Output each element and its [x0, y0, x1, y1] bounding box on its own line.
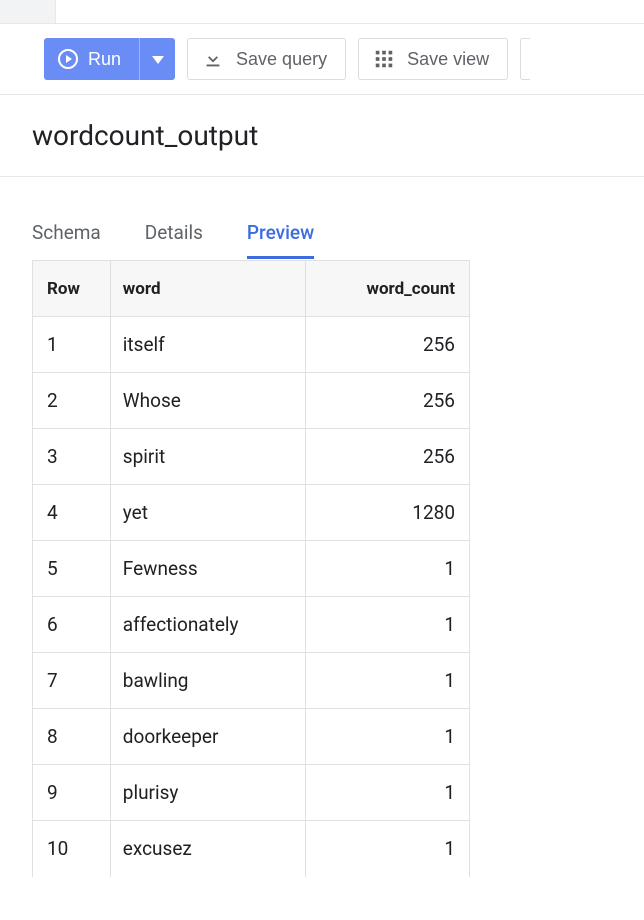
table-row: 2Whose256	[33, 373, 470, 429]
cell-row-index: 2	[33, 373, 111, 429]
table-row: 3spirit256	[33, 429, 470, 485]
cell-word: excusez	[110, 821, 306, 877]
cell-row-index: 10	[33, 821, 111, 877]
header-word: word	[110, 261, 306, 317]
cell-word-count: 256	[306, 373, 470, 429]
run-button[interactable]: Run	[44, 38, 139, 80]
save-query-label: Save query	[236, 49, 327, 70]
save-view-label: Save view	[407, 49, 489, 70]
cell-row-index: 6	[33, 597, 111, 653]
cell-row-index: 3	[33, 429, 111, 485]
toolbar-overflow-stub[interactable]	[520, 38, 530, 80]
toolbar: Run Save query Save view	[0, 24, 644, 95]
table-grid-icon	[373, 48, 395, 70]
cell-row-index: 9	[33, 765, 111, 821]
cell-row-index: 7	[33, 653, 111, 709]
tab-details[interactable]: Details	[145, 213, 203, 259]
table-body: 1itself2562Whose2563spirit2564yet12805Fe…	[33, 317, 470, 877]
run-button-label: Run	[88, 49, 121, 70]
caret-down-icon	[152, 52, 164, 67]
header-word-count: word_count	[306, 261, 470, 317]
cell-word-count: 256	[306, 317, 470, 373]
cell-word: affectionately	[110, 597, 306, 653]
tab-preview[interactable]: Preview	[247, 213, 314, 259]
table-row: 5Fewness1	[33, 541, 470, 597]
cell-word: Whose	[110, 373, 306, 429]
preview-table: Row word word_count 1itself2562Whose2563…	[32, 260, 470, 877]
cell-word-count: 1	[306, 541, 470, 597]
tabs: Schema Details Preview	[0, 213, 644, 260]
cell-row-index: 8	[33, 709, 111, 765]
table-row: 9plurisy1	[33, 765, 470, 821]
run-dropdown-button[interactable]	[139, 38, 175, 80]
run-button-group: Run	[44, 38, 175, 80]
window-tab-strip	[0, 0, 644, 24]
cell-word-count: 1	[306, 653, 470, 709]
table-row: 10excusez1	[33, 821, 470, 877]
cell-word-count: 1	[306, 821, 470, 877]
table-header-row: Row word word_count	[33, 261, 470, 317]
cell-word: doorkeeper	[110, 709, 306, 765]
cell-word: Fewness	[110, 541, 306, 597]
play-icon	[58, 49, 78, 69]
cell-word-count: 1	[306, 709, 470, 765]
table-row: 1itself256	[33, 317, 470, 373]
download-icon	[202, 48, 224, 70]
preview-table-wrap: Row word word_count 1itself2562Whose2563…	[32, 260, 470, 877]
window-tab-stub[interactable]	[0, 0, 56, 23]
save-query-button[interactable]: Save query	[187, 38, 346, 80]
cell-word: spirit	[110, 429, 306, 485]
cell-word: bawling	[110, 653, 306, 709]
cell-row-index: 5	[33, 541, 111, 597]
header-row: Row	[33, 261, 111, 317]
table-row: 8doorkeeper1	[33, 709, 470, 765]
cell-word: plurisy	[110, 765, 306, 821]
cell-word: itself	[110, 317, 306, 373]
tab-schema[interactable]: Schema	[32, 213, 101, 259]
table-row: 6affectionately1	[33, 597, 470, 653]
table-row: 4yet1280	[33, 485, 470, 541]
save-view-button[interactable]: Save view	[358, 38, 508, 80]
cell-row-index: 4	[33, 485, 111, 541]
table-row: 7bawling1	[33, 653, 470, 709]
cell-word: yet	[110, 485, 306, 541]
cell-word-count: 1	[306, 765, 470, 821]
cell-word-count: 1	[306, 597, 470, 653]
cell-row-index: 1	[33, 317, 111, 373]
cell-word-count: 1280	[306, 485, 470, 541]
cell-word-count: 256	[306, 429, 470, 485]
page-title: wordcount_output	[0, 95, 644, 177]
